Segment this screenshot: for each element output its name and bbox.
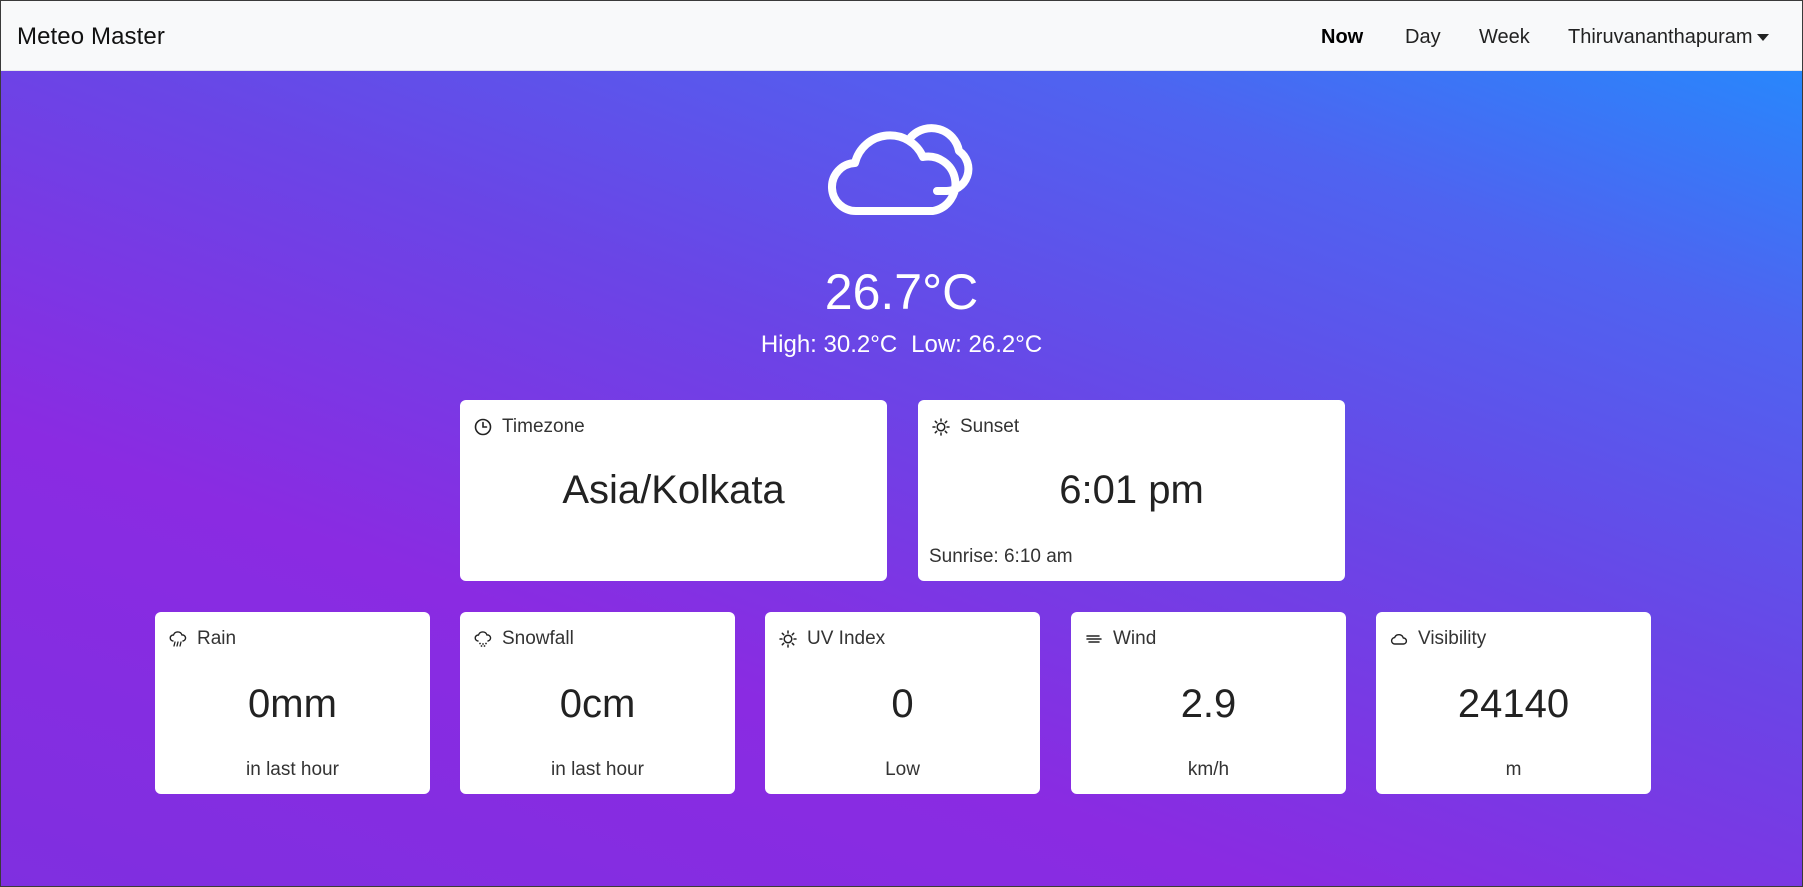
card-header: Visibility — [1390, 628, 1486, 650]
card-header: Wind — [1085, 628, 1156, 650]
nav-link-day[interactable]: Day — [1405, 26, 1441, 49]
navbar: Meteo Master Now Day Week Thiruvananthap… — [1, 1, 1802, 71]
snowfall-value: 0cm — [559, 682, 636, 726]
rain-subtext: in last hour — [246, 759, 339, 780]
cloud-icon — [1390, 634, 1408, 645]
uv-index-value: 0 — [891, 682, 914, 726]
card-header: Rain — [169, 628, 236, 650]
rain-icon — [169, 631, 187, 647]
card-header: Sunset — [932, 416, 1019, 438]
location-dropdown[interactable]: Thiruvananthapuram — [1568, 26, 1753, 49]
wind-subtext: km/h — [1187, 759, 1230, 780]
snowfall-card: Snowfall 0cm in last hour — [460, 612, 735, 794]
rain-label: Rain — [197, 628, 237, 649]
clock-icon — [474, 418, 492, 436]
nav-link-now[interactable]: Now — [1321, 26, 1363, 49]
sunset-label: Sunset — [960, 416, 1020, 437]
brand-logo[interactable]: Meteo Master — [17, 23, 165, 51]
uv-index-card: UV Index 0 Low — [765, 612, 1040, 794]
high-low-temperature: High: 30.2°C Low: 26.2°C — [1, 331, 1802, 359]
wind-icon — [1086, 635, 1102, 643]
rain-value: 0mm — [248, 682, 337, 726]
rain-card: Rain 0mm in last hour — [155, 612, 430, 794]
low-temperature: Low: 26.2°C — [911, 331, 1043, 358]
wind-label: Wind — [1113, 628, 1157, 649]
sunset-card: Sunset 6:01 pm Sunrise: 6:10 am — [918, 400, 1345, 581]
visibility-label: Visibility — [1418, 628, 1487, 649]
snow-icon — [474, 631, 492, 647]
app-window: Meteo Master Now Day Week Thiruvananthap… — [0, 0, 1803, 887]
visibility-subtext: m — [1505, 759, 1522, 780]
high-temperature: High: 30.2°C — [760, 331, 898, 358]
uv-index-subtext: Low — [885, 759, 920, 780]
card-header: Snowfall — [474, 628, 574, 650]
snowfall-label: Snowfall — [502, 628, 574, 649]
sunset-icon — [932, 418, 950, 436]
sunset-value: 6:01 pm — [1059, 468, 1204, 512]
visibility-card: Visibility 24140 m — [1376, 612, 1651, 794]
current-temperature: 26.7°C — [824, 264, 979, 320]
sun-icon — [779, 630, 797, 648]
uv-index-label: UV Index — [807, 628, 886, 649]
nav-link-week[interactable]: Week — [1479, 26, 1530, 49]
sunrise-text: Sunrise: 6:10 am — [929, 546, 1073, 567]
wind-value: 2.9 — [1180, 682, 1237, 726]
snowfall-subtext: in last hour — [551, 759, 644, 780]
timezone-card: Timezone Asia/Kolkata — [460, 400, 887, 581]
caret-down-icon[interactable] — [1757, 34, 1769, 41]
timezone-label: Timezone — [502, 416, 585, 437]
timezone-value: Asia/Kolkata — [562, 468, 785, 512]
card-header: UV Index — [779, 628, 885, 650]
wind-card: Wind 2.9 km/h — [1071, 612, 1346, 794]
partly-cloudy-icon — [828, 124, 973, 215]
visibility-value: 24140 — [1457, 682, 1570, 726]
card-header: Timezone — [474, 416, 585, 438]
